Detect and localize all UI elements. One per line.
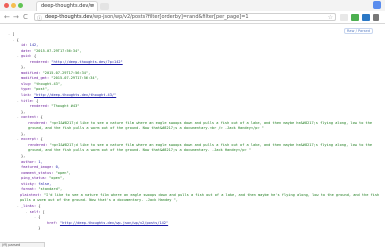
json-key: _links: <box>20 203 37 208</box>
extension-icon[interactable] <box>351 14 359 21</box>
json-key: content: <box>20 115 39 120</box>
json-punct: { <box>38 203 41 208</box>
json-punct: { <box>40 137 43 142</box>
extension-icon[interactable] <box>362 14 370 21</box>
json-punct: [ <box>12 32 15 36</box>
json-key: date: <box>20 48 32 53</box>
json-value: 1, <box>38 159 43 164</box>
tab-title: deep-thoughts.dev/w <box>41 3 95 9</box>
window-close-button[interactable] <box>4 3 9 8</box>
json-line: plaintext: "I'd like to see a nature fil… <box>8 193 380 204</box>
json-link[interactable]: "http://deep-thoughts.dev/thought-43/" <box>34 93 116 97</box>
json-key: href: <box>46 220 58 225</box>
json-value: 142, <box>29 43 39 48</box>
json-value: "<p>I&#8217;d like to see a nature film … <box>28 142 375 153</box>
browser-tab[interactable]: deep-thoughts.dev/w × <box>36 1 98 11</box>
back-button[interactable]: ← <box>4 13 10 21</box>
json-key: featured_image: <box>20 165 54 170</box>
json-value: "2015-07-29T17:56:34", <box>42 70 91 75</box>
browser-window: deep-thoughts.dev/w × ← → C ⓘ deep-thoug… <box>0 0 385 247</box>
json-punct: }, <box>20 65 26 70</box>
forward-button[interactable]: → <box>13 13 19 21</box>
json-value: "thought-43", <box>33 81 63 86</box>
json-punct: { <box>16 37 19 42</box>
json-viewer: Raw / Parsed - [ - { id: 142, date: "201… <box>0 24 385 242</box>
json-value: "2015-07-29T17:56:34", <box>51 76 99 81</box>
json-key: comment_status: <box>20 170 54 175</box>
json-punct: { <box>38 215 41 220</box>
json-key: excerpt: <box>20 137 39 142</box>
window-minimize-button[interactable] <box>11 3 16 8</box>
tab-strip: deep-thoughts.dev/w × <box>0 0 385 11</box>
json-punct: [ <box>42 209 45 214</box>
json-line: } <box>8 226 380 232</box>
json-punct: }, <box>20 154 26 159</box>
json-key: type: <box>20 87 32 92</box>
url-text: deep-thoughts.dev/wp-json/wp/v2/posts?fi… <box>45 14 249 21</box>
address-bar[interactable]: ⓘ deep-thoughts.dev/wp-json/wp/v2/posts?… <box>34 13 336 22</box>
window-maximize-button[interactable] <box>18 3 23 8</box>
browser-toolbar: ← → C ⓘ deep-thoughts.dev/wp-json/wp/v2/… <box>0 11 385 24</box>
json-value: "open", <box>49 176 65 181</box>
json-key: rendered: <box>29 59 50 64</box>
json-key: modified: <box>20 70 41 75</box>
reload-button[interactable]: C <box>23 13 28 21</box>
json-value: "standard", <box>38 187 63 192</box>
json-value: "post", <box>33 87 50 92</box>
json-key: plaintext: <box>20 192 42 197</box>
status-bar: (ff) parsed <box>0 242 45 247</box>
json-key: slug: <box>20 81 32 86</box>
json-key: guid: <box>20 54 32 59</box>
json-value: 0, <box>55 165 60 170</box>
profile-icon[interactable] <box>373 1 381 9</box>
json-key: title: <box>20 98 34 103</box>
json-punct: }, <box>20 109 26 114</box>
url-path: /wp-json/wp/v2/posts?filter[orderby]=ran… <box>92 14 249 20</box>
json-link[interactable]: "http://deep-thoughts.dev/?p=142" <box>51 60 122 64</box>
json-tree: - [ - { id: 142, date: "2015-07-29T17:56… <box>8 32 380 232</box>
json-key: rendered: <box>28 142 48 147</box>
json-punct: } <box>38 226 41 231</box>
json-line: rendered: "<p>I&#8217;d like to see a na… <box>8 143 380 154</box>
json-value: "<p>I&#8217;d like to see a nature film … <box>28 120 375 131</box>
json-key: modified_gmt: <box>20 76 50 81</box>
url-host: deep-thoughts.dev <box>45 14 93 20</box>
json-key: rendered: <box>29 104 50 109</box>
json-value: "open", <box>55 170 71 175</box>
json-line: rendered: "<p>I&#8217;d like to see a na… <box>8 121 380 132</box>
json-link[interactable]: "http://deep-thoughts.dev/wp-json/wp/v2/… <box>60 221 168 225</box>
json-key: link: <box>20 93 32 98</box>
json-value: false, <box>38 181 52 186</box>
json-key: id: <box>20 43 28 48</box>
json-value: "Thought #43" <box>51 104 80 109</box>
menu-icon[interactable] <box>373 14 379 21</box>
new-tab-button[interactable] <box>100 3 109 10</box>
json-key: rendered: <box>28 120 48 125</box>
tab-close-icon[interactable]: × <box>90 3 94 9</box>
json-punct: { <box>33 54 37 59</box>
json-key: author: <box>20 159 37 164</box>
json-value: "I'd like to see a nature film where an … <box>20 192 382 203</box>
bookmark-star-icon[interactable]: ☆ <box>328 14 333 21</box>
json-punct: }, <box>20 131 26 136</box>
json-key: self: <box>29 209 41 214</box>
json-key: format: <box>20 187 37 192</box>
page-info-icon[interactable]: ⓘ <box>37 15 42 22</box>
json-punct: { <box>36 98 39 103</box>
json-value: "2015-07-29T17:56:34", <box>33 48 82 53</box>
extension-icon[interactable] <box>340 14 348 21</box>
json-key: ping_status: <box>20 176 47 181</box>
json-punct: { <box>40 115 43 120</box>
json-key: sticky: <box>20 181 37 186</box>
